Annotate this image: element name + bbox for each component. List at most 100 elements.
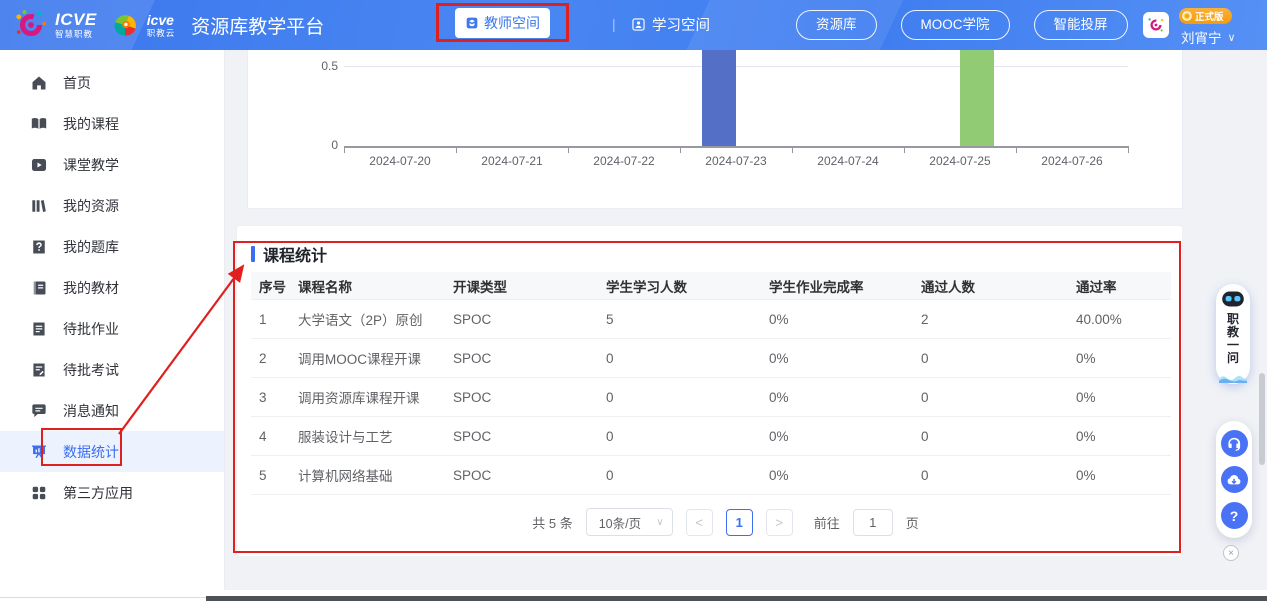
sidebar-item-label: 数据统计	[63, 442, 119, 462]
sidebar-item-label: 消息通知	[63, 401, 119, 421]
table-cell: 0%	[1076, 417, 1171, 456]
smart-cast-button[interactable]: 智能投屏	[1034, 10, 1128, 40]
third-party-apps-icon	[30, 484, 48, 502]
cloud-download-icon[interactable]	[1221, 466, 1248, 493]
table-cell: 0	[606, 456, 769, 495]
header: ICVE 智慧职教 icve 职教云 资源库教学平台	[0, 0, 1267, 50]
icve-shell-logo	[110, 10, 140, 40]
table-cell: SPOC	[453, 456, 606, 495]
sidebar-item-pending-homework[interactable]: 待批作业	[0, 308, 224, 349]
help-icon[interactable]: ?	[1221, 502, 1248, 529]
sidebar-item-label: 我的题库	[63, 237, 119, 257]
gridline-0-5	[344, 66, 1128, 67]
sidebar-item-notifications[interactable]: 消息通知	[0, 390, 224, 431]
textbooks-icon	[30, 279, 48, 297]
table-cell: 计算机网络基础	[298, 456, 453, 495]
x-tick-label: 2024-07-21	[456, 154, 568, 168]
sidebar-item-my-resources[interactable]: 我的资源	[0, 185, 224, 226]
my-resources-icon	[30, 197, 48, 215]
edition-badge: 正式版	[1179, 8, 1232, 24]
column-header: 开课类型	[453, 272, 606, 300]
table-cell: 0	[921, 339, 1076, 378]
sidebar-item-label: 我的教材	[63, 278, 119, 298]
sidebar-item-label: 我的资源	[63, 196, 119, 216]
sidebar-item-textbooks[interactable]: 我的教材	[0, 267, 224, 308]
table-cell: 0%	[1076, 339, 1171, 378]
annotation-box-teacher-space: 教师空间	[436, 3, 569, 42]
close-toolbar-button[interactable]: ×	[1223, 545, 1239, 561]
next-page-button[interactable]: >	[766, 509, 793, 536]
sidebar-item-home[interactable]: 首页	[0, 62, 224, 103]
logo-primary-title: ICVE	[55, 11, 97, 28]
x-tick-label: 2024-07-22	[568, 154, 680, 168]
x-axis-tick	[680, 148, 681, 153]
table-row: 5计算机网络基础SPOC00%00%	[251, 456, 1171, 495]
sidebar-item-classroom-teaching[interactable]: 课堂教学	[0, 144, 224, 185]
tab-learn-space[interactable]: 学习空间	[631, 14, 710, 35]
resource-library-button[interactable]: 资源库	[796, 10, 877, 40]
pending-homework-icon	[30, 320, 48, 338]
x-tick-label: 2024-07-26	[1016, 154, 1128, 168]
logo-primary-text: ICVE 智慧职教	[55, 11, 97, 39]
y-tick-label-0-5: 0.5	[304, 59, 338, 73]
tab-learn-space-label: 学习空间	[652, 14, 710, 35]
goto-suffix: 页	[906, 513, 919, 532]
edition-badge-label: 正式版	[1195, 9, 1224, 23]
table-cell: 0	[921, 378, 1076, 417]
table-cell: 0	[921, 456, 1076, 495]
window-bottom-edge	[206, 596, 1267, 601]
table-row: 3调用资源库课程开课SPOC00%00%	[251, 378, 1171, 417]
sidebar-item-pending-exams[interactable]: 待批考试	[0, 349, 224, 390]
page-title: 资源库教学平台	[191, 12, 324, 39]
card-title: 课程统计	[263, 242, 327, 266]
user-menu[interactable]: 刘宵宁 ∨	[1181, 27, 1236, 47]
goto-label: 前往	[814, 513, 840, 532]
table-cell: 调用资源库课程开课	[298, 378, 453, 417]
mooc-academy-button[interactable]: MOOC学院	[901, 10, 1010, 40]
prev-page-button[interactable]: <	[686, 509, 713, 536]
table-cell: 0	[921, 417, 1076, 456]
x-axis-tick	[1016, 148, 1017, 153]
page-1-button[interactable]: 1	[726, 509, 753, 536]
ai-assistant-widget[interactable]: 职教一问	[1216, 284, 1250, 384]
sidebar-item-third-party-apps[interactable]: 第三方应用	[0, 472, 224, 513]
sidebar-item-label: 课堂教学	[63, 155, 119, 175]
table-cell: 0%	[1076, 378, 1171, 417]
chevron-down-icon: ∨	[656, 517, 663, 528]
title-accent-bar	[251, 246, 255, 262]
app-chip[interactable]	[1143, 12, 1169, 38]
table-cell: 0%	[769, 417, 921, 456]
page-size-value: 10条/页	[599, 513, 641, 532]
x-tick-label: 2024-07-20	[344, 154, 456, 168]
table-cell: 0	[606, 378, 769, 417]
x-axis-tick	[344, 148, 345, 153]
classroom-teaching-icon	[30, 156, 48, 174]
sidebar-item-label: 我的课程	[63, 114, 119, 134]
logo-secondary-title: icve	[147, 13, 176, 27]
table-cell: SPOC	[453, 300, 606, 339]
table-row: 2调用MOOC课程开课SPOC00%00%	[251, 339, 1171, 378]
page-size-select[interactable]: 10条/页 ∨	[586, 508, 673, 536]
goto-page-input[interactable]	[853, 509, 893, 536]
x-axis-tick	[1128, 148, 1129, 153]
sidebar-item-my-courses[interactable]: 我的课程	[0, 103, 224, 144]
table-cell: 3	[251, 378, 298, 417]
logo-primary-subtitle: 智慧职教	[55, 30, 97, 39]
y-tick-label-0: 0	[304, 138, 338, 152]
page: ICVE 智慧职教 icve 职教云 资源库教学平台	[0, 0, 1267, 602]
table-cell: 0%	[769, 378, 921, 417]
sidebar-item-question-bank[interactable]: 我的题库	[0, 226, 224, 267]
icve-swirl-logo	[14, 8, 48, 42]
page-scrollbar-thumb[interactable]	[1259, 373, 1265, 465]
x-axis-line	[344, 146, 1129, 148]
chevron-down-icon: ∨	[1228, 31, 1236, 44]
user-name: 刘宵宁	[1181, 27, 1222, 47]
tab-teacher-space[interactable]: 教师空间	[455, 8, 550, 38]
sidebar-item-data-statistics[interactable]: 数据统计	[0, 431, 224, 472]
bar-series-blue-2024-07-23	[702, 50, 736, 146]
column-header: 学生学习人数	[606, 272, 769, 300]
sidebar: 首页我的课程课堂教学我的资源我的题库我的教材待批作业待批考试消息通知数据统计第三…	[0, 50, 225, 602]
question-bank-icon	[30, 238, 48, 256]
table-cell: SPOC	[453, 417, 606, 456]
customer-service-icon[interactable]	[1221, 430, 1248, 457]
